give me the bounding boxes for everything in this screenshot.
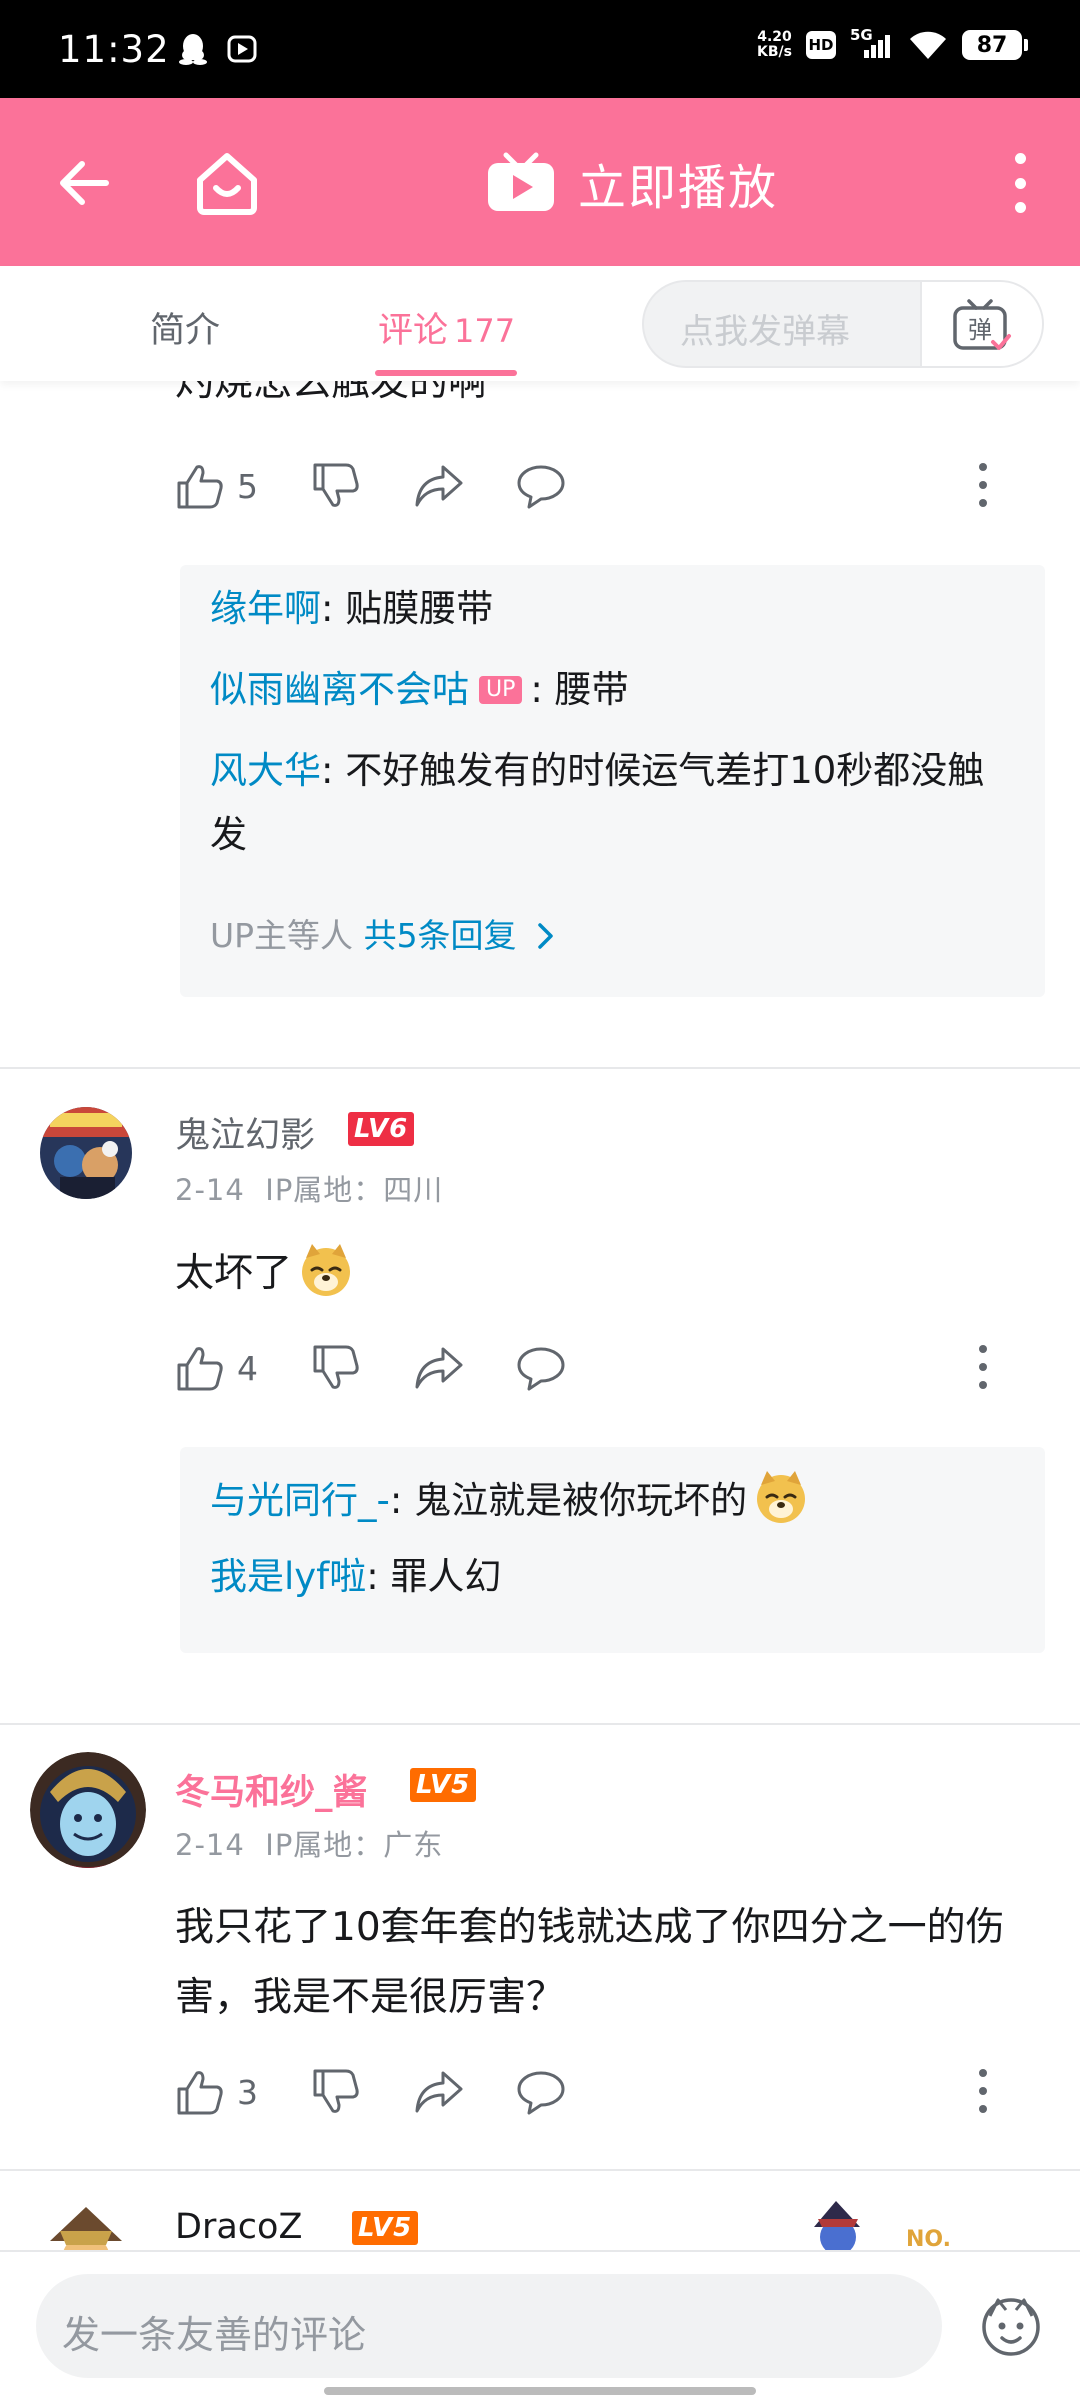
comment-date: 2-14: [175, 1173, 245, 1207]
comment-meta: 2-14 IP属地：广东: [175, 1822, 443, 1864]
reply-username[interactable]: 缘年啊: [210, 587, 321, 630]
level-badge: LV5: [352, 2211, 419, 2245]
comment-more-icon[interactable]: [977, 2069, 989, 2113]
tab-intro[interactable]: 简介: [150, 302, 220, 353]
reply-username[interactable]: 风大华: [210, 749, 321, 792]
status-bar: 11:32 4.20 KB/s HD 5G 87: [0, 0, 1080, 98]
level-badge: LV5: [410, 1768, 477, 1802]
reply-text: : 腰带: [530, 668, 629, 711]
like-icon[interactable]: [175, 461, 225, 511]
home-icon[interactable]: [190, 146, 264, 220]
comment-date: 2-14: [175, 1828, 245, 1862]
comment-actions: 5: [175, 453, 1025, 513]
reply-username[interactable]: 我是lyf啦: [210, 1555, 366, 1598]
more-options-icon[interactable]: [1000, 153, 1040, 213]
hd-icon: HD: [806, 31, 836, 59]
divider: [0, 1723, 1080, 1725]
comment-username[interactable]: 鬼泣幻影: [175, 1107, 315, 1158]
comment-ip: IP属地：广东: [265, 1828, 444, 1862]
reply-text: : 不好触发有的时候运气差打10秒都没触发: [210, 749, 985, 856]
active-tab-indicator: [375, 370, 517, 376]
play-now-button[interactable]: 立即播放: [486, 148, 778, 218]
like-count: 4: [237, 1349, 258, 1388]
like-count: 5: [237, 467, 258, 506]
dislike-icon[interactable]: [311, 461, 361, 511]
reply-username[interactable]: 与光同行_-: [210, 1479, 390, 1522]
avatar[interactable]: [40, 1107, 132, 1199]
comment-list: 灼烧怎么触发的啊 5 缘年啊: 贴膜腰带 似雨幽离不会咕 UP: 腰带 风大华: …: [0, 381, 1080, 2251]
chevron-right-icon: [538, 923, 553, 949]
play-notification-icon: [227, 35, 257, 63]
comment-compose-bar: 发一条友善的评论: [0, 2250, 1080, 2400]
reply-icon[interactable]: [515, 2067, 567, 2117]
reply-item: 似雨幽离不会咕 UP: 腰带: [210, 658, 1010, 722]
comment-more-icon[interactable]: [977, 1345, 989, 1389]
gesture-navigation-bar[interactable]: [324, 2387, 756, 2395]
comment-meta: 2-14 IP属地：四川: [175, 1167, 443, 1209]
reply-preview-box[interactable]: 缘年啊: 贴膜腰带 似雨幽离不会咕 UP: 腰带 风大华: 不好触发有的时候运气差…: [180, 565, 1045, 997]
comment-count: 177: [454, 312, 516, 350]
signal-5g-icon: 5G: [850, 26, 894, 62]
reply-item: 缘年啊: 贴膜腰带: [210, 577, 1010, 641]
share-icon[interactable]: [413, 2067, 465, 2117]
danmaku-placeholder: 点我发弹幕: [680, 312, 850, 352]
share-icon[interactable]: [413, 461, 465, 511]
emoji-picker-icon[interactable]: [980, 2296, 1042, 2358]
reply-item: 我是lyf啦: 罪人幻: [210, 1545, 1010, 1609]
battery-icon: 87: [962, 30, 1028, 60]
tv-play-icon: [488, 152, 554, 211]
comment-text: 灼烧怎么触发的啊: [175, 381, 488, 405]
avatar[interactable]: [30, 1752, 146, 1868]
avatar[interactable]: [40, 2201, 132, 2251]
back-arrow-icon[interactable]: [50, 148, 120, 218]
network-speed: 4.20 KB/s: [757, 29, 792, 60]
up-badge: UP: [479, 676, 523, 704]
like-count: 3: [237, 2073, 258, 2112]
view-all-replies[interactable]: UP主等人 共5条回复: [210, 909, 557, 957]
tab-bar: 简介 评论 177 点我发弹幕 弹: [0, 266, 1080, 381]
comment-more-icon[interactable]: [977, 463, 989, 507]
reply-icon[interactable]: [515, 1343, 567, 1393]
reply-preview-box[interactable]: 与光同行_-: 鬼泣就是被你玩坏的 我是lyf啦: 罪人幻: [180, 1447, 1045, 1653]
dislike-icon[interactable]: [311, 2067, 361, 2117]
user-decoration: [808, 2197, 904, 2251]
comment-ip: IP属地：四川: [265, 1173, 444, 1207]
doge-emoji-icon: [302, 1244, 351, 1296]
svg-text:弹: 弹: [968, 316, 992, 344]
app-header: 立即播放: [0, 98, 1080, 266]
divider: [0, 2169, 1080, 2171]
wifi-icon: [910, 31, 946, 59]
tab-comments[interactable]: 评论 177: [378, 302, 515, 353]
medal-badge: NO.: [906, 2227, 951, 2251]
comment-input[interactable]: 发一条友善的评论: [36, 2274, 942, 2378]
reply-icon[interactable]: [515, 461, 567, 511]
comment-username[interactable]: 冬马和纱_酱: [175, 1764, 368, 1815]
dislike-icon[interactable]: [311, 1343, 361, 1393]
comment-actions: 3: [175, 2059, 1025, 2119]
reply-text: : 罪人幻: [366, 1555, 502, 1598]
comment-text: 太坏了: [175, 1239, 1055, 1309]
reply-item: 风大华: 不好触发有的时候运气差打10秒都没触发: [210, 739, 1010, 867]
like-icon[interactable]: [175, 2067, 225, 2117]
share-icon[interactable]: [413, 1343, 465, 1393]
level-badge: LV6: [348, 1112, 415, 1146]
danmaku-input[interactable]: 点我发弹幕 弹: [642, 280, 1044, 368]
comment-username[interactable]: DracoZ: [175, 2207, 302, 2247]
qq-penguin-icon: [179, 34, 207, 65]
danmaku-tv-icon: 弹: [953, 299, 1011, 350]
play-now-label: 立即播放: [578, 160, 779, 216]
status-time: 11:32: [58, 28, 170, 71]
doge-emoji-icon: [757, 1471, 806, 1523]
reply-item: 与光同行_-: 鬼泣就是被你玩坏的: [210, 1469, 1010, 1533]
divider: [0, 1067, 1080, 1069]
comment-text: 我只花了10套年套的钱就达成了你四分之一的伤害，我是不是很厉害？: [175, 1905, 1005, 2020]
like-icon[interactable]: [175, 1343, 225, 1393]
comment-input-placeholder: 发一条友善的评论: [62, 2313, 367, 2357]
reply-text: : 贴膜腰带: [321, 587, 494, 630]
danmaku-toggle-button[interactable]: 弹: [920, 282, 1042, 366]
comment-actions: 4: [175, 1335, 1025, 1395]
reply-username[interactable]: 似雨幽离不会咕: [210, 668, 469, 711]
reply-text: : 鬼泣就是被你玩坏的: [389, 1479, 748, 1522]
